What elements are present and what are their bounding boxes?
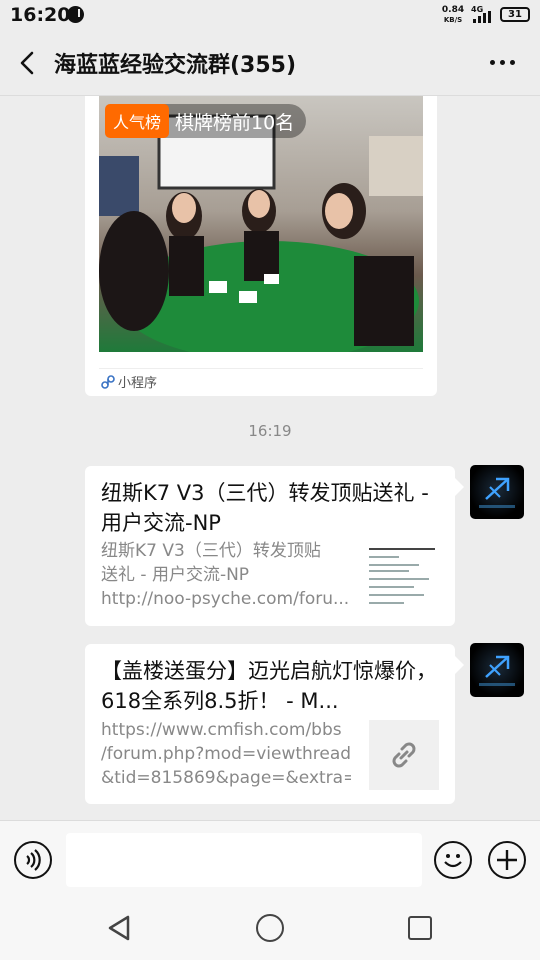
status-time: 16:20 — [10, 4, 71, 26]
ranking-text: 棋牌榜前10名 — [175, 111, 295, 134]
mini-program-label: 小程序 — [118, 376, 158, 391]
ranking-badge: 人气榜 棋牌榜前10名 — [105, 104, 307, 138]
status-bar: 16:20 0.84 KB/S 4G 31 — [0, 0, 540, 30]
battery-level: 31 — [508, 9, 522, 20]
sender-avatar[interactable] — [470, 643, 524, 697]
link-description: https://www.cmfish.com/bbs /forum.php?mo… — [101, 718, 351, 790]
sagittarius-arrow-icon — [485, 655, 510, 678]
mini-program-cover-image: 人气榜 棋牌榜前10名 — [99, 96, 423, 352]
mini-program-card[interactable]: 人气榜 棋牌榜前10名 小程序 — [85, 96, 437, 396]
nav-home-icon[interactable] — [256, 914, 284, 942]
sagittarius-arrow-icon — [485, 477, 510, 500]
link-desc-line: &tid=815869&page=&extra=... — [101, 768, 351, 788]
link-desc-line: https://www.cmfish.com/bbs — [101, 720, 342, 740]
more-dots-icon[interactable] — [484, 52, 520, 72]
bubble-tail — [455, 656, 464, 674]
voice-icon[interactable] — [14, 841, 52, 879]
battery-icon: 31 — [500, 7, 530, 22]
nav-back-icon[interactable] — [104, 913, 134, 943]
time-divider: 16:19 — [248, 422, 292, 440]
link-message-card[interactable]: 纽斯K7 V3（三代）转发顶贴送礼 - 用户交流-NP 纽斯K7 V3（三代）转… — [85, 466, 455, 626]
chevron-left-icon[interactable] — [14, 48, 42, 78]
net-speed-unit: KB/S — [443, 16, 463, 24]
chat-title: 海蓝蓝经验交流群(355) — [54, 53, 297, 78]
chain-link-icon — [392, 742, 416, 768]
bubble-tail — [455, 478, 464, 496]
link-desc-line: http://noo-psyche.com/foru... — [101, 589, 350, 609]
link-desc-line: 送礼 - 用户交流-NP — [101, 565, 250, 585]
message-input[interactable] — [66, 833, 422, 887]
avatar-caption-bar — [479, 683, 515, 686]
net-speed: 0.84 KB/S — [440, 5, 466, 25]
link-title: 【盖楼送蛋分】迈光启航灯惊爆价，618全系列8.5折！ - M... — [101, 659, 437, 713]
notification-icon — [67, 6, 84, 23]
ranking-tag: 人气榜 — [105, 104, 170, 138]
chat-input-bar — [0, 820, 540, 900]
link-thumbnail — [369, 720, 439, 790]
signal-icon — [473, 11, 493, 23]
link-message-card[interactable]: 【盖楼送蛋分】迈光启航灯惊爆价，618全系列8.5折！ - M... https… — [85, 644, 455, 804]
mini-program-footer: 小程序 — [101, 372, 157, 391]
link-thumbnail — [369, 544, 439, 614]
sender-avatar[interactable] — [470, 465, 524, 519]
nav-recents-icon[interactable] — [408, 916, 432, 940]
plus-icon[interactable] — [488, 841, 526, 879]
avatar-caption-bar — [479, 505, 515, 508]
system-navigation-bar — [0, 900, 540, 960]
link-desc-line: /forum.php?mod=viewthread — [101, 744, 351, 764]
mini-program-icon — [101, 374, 115, 389]
divider — [99, 368, 423, 369]
emoji-icon[interactable] — [434, 841, 472, 879]
link-desc-line: 纽斯K7 V3（三代）转发顶贴 — [101, 541, 321, 561]
link-description: 纽斯K7 V3（三代）转发顶贴 送礼 - 用户交流-NP http://noo-… — [101, 539, 351, 611]
link-title: 纽斯K7 V3（三代）转发顶贴送礼 - 用户交流-NP — [101, 481, 429, 535]
net-speed-value: 0.84 — [441, 5, 465, 15]
chat-header: 海蓝蓝经验交流群(355) — [0, 30, 540, 96]
